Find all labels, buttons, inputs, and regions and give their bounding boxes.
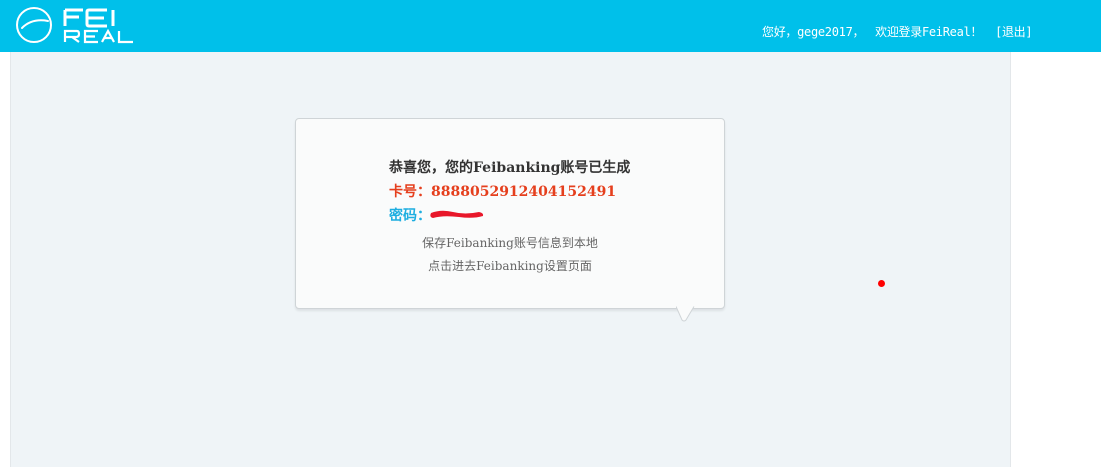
logout-link[interactable]: [退出] xyxy=(995,23,1033,40)
go-to-settings-link[interactable]: 点击进去Feibanking设置页面 xyxy=(296,257,724,274)
success-message: 恭喜您，您的Feibanking账号已生成 xyxy=(389,160,631,176)
save-account-info-link[interactable]: 保存Feibanking账号信息到本地 xyxy=(296,234,724,251)
welcome-text: 欢迎登录FeiReal！ xyxy=(875,25,983,39)
password-row: 密码： xyxy=(389,205,431,225)
card-number-value: 8888052912404152491 xyxy=(431,184,617,200)
card-number-row: 卡号：8888052912404152491 xyxy=(389,181,616,201)
password-label: 密码： xyxy=(389,208,431,224)
dialog-pointer-tail xyxy=(676,306,695,322)
cursor-marker xyxy=(878,280,885,287)
account-created-dialog: 恭喜您，您的Feibanking账号已生成 卡号：888805291240415… xyxy=(295,118,725,309)
card-number-label: 卡号： xyxy=(389,184,431,200)
user-info-bar: 您好，gege2017， 欢迎登录FeiReal！ [退出] xyxy=(762,23,1033,40)
greeting-text: 您好，gege2017， xyxy=(762,25,865,39)
top-header-bar: 您好，gege2017， 欢迎登录FeiReal！ [退出] xyxy=(0,0,1101,52)
fei-real-logo[interactable] xyxy=(15,4,140,48)
password-redaction-mark xyxy=(430,210,484,218)
